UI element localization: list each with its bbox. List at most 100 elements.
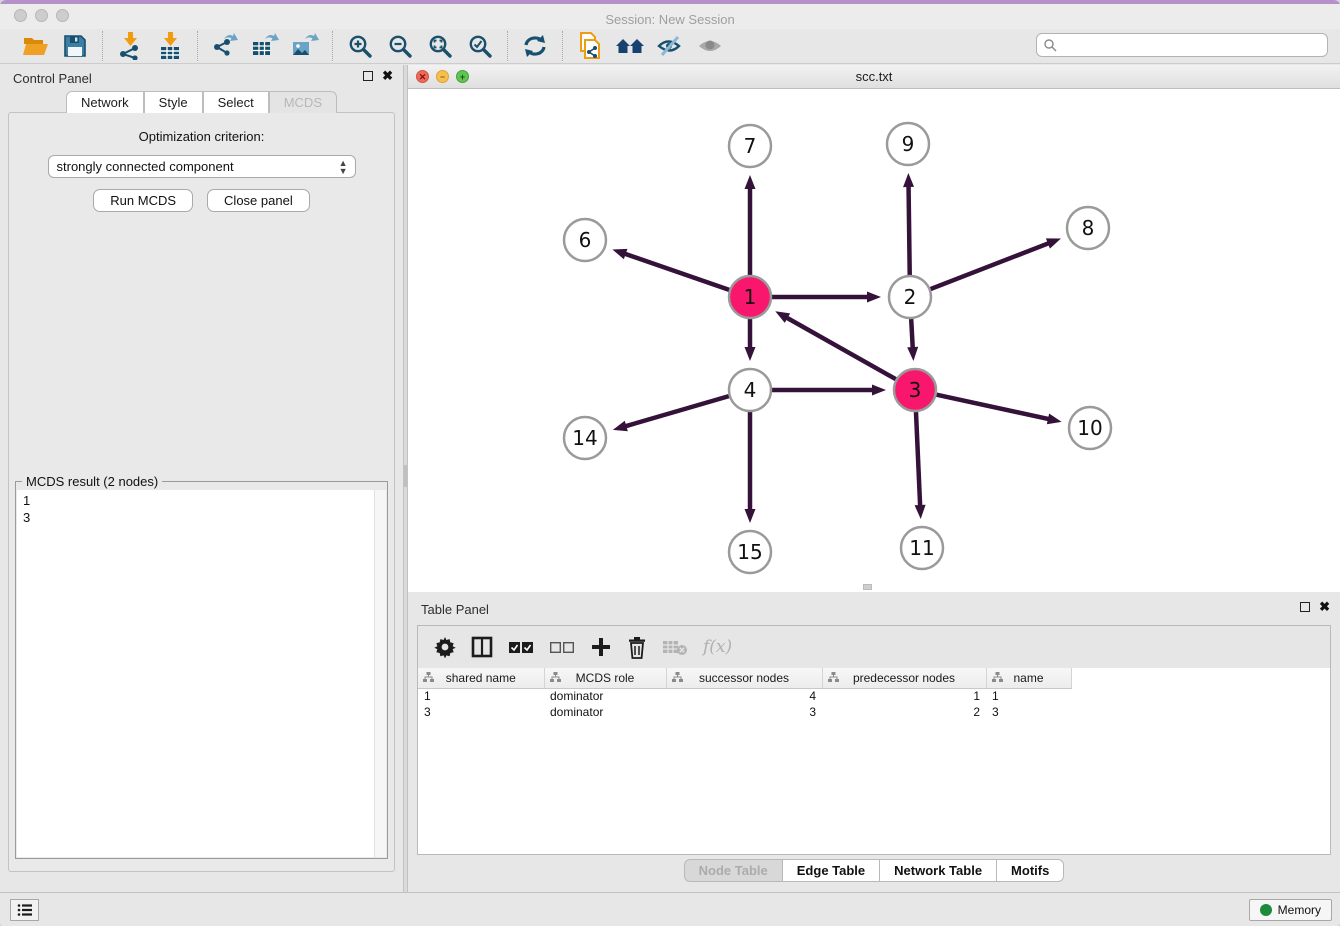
node-14[interactable]: 14 [564, 417, 606, 459]
delete-table-icon[interactable] [662, 632, 688, 662]
hide-selected-icon[interactable] [655, 31, 685, 61]
edge-4-15[interactable] [745, 412, 756, 523]
edge-2-8[interactable] [931, 238, 1061, 289]
network-view-title: scc.txt [408, 69, 1340, 84]
run-mcds-button[interactable]: Run MCDS [93, 189, 193, 212]
node-9[interactable]: 9 [887, 123, 929, 165]
node-15[interactable]: 15 [729, 531, 771, 573]
svg-text:11: 11 [909, 536, 934, 560]
tab-mcds[interactable]: MCDS [269, 91, 337, 113]
cell-name[interactable]: 1 [986, 688, 1071, 704]
first-neighbors-icon[interactable] [615, 31, 645, 61]
svg-text:7: 7 [744, 134, 757, 158]
node-6[interactable]: 6 [564, 219, 606, 261]
network-splitter-grip[interactable] [863, 584, 872, 590]
duplicate-network-icon[interactable] [575, 31, 605, 61]
table-row[interactable]: 1dominator411 [418, 688, 1330, 704]
tab-node-table[interactable]: Node Table [684, 859, 783, 882]
tab-network[interactable]: Network [66, 91, 144, 113]
search-input[interactable] [1057, 38, 1321, 52]
mcds-result-scrollbar[interactable] [374, 490, 386, 857]
cell-successor-nodes[interactable]: 4 [666, 688, 822, 704]
mcds-result-item[interactable]: 1 [23, 492, 386, 509]
zoom-fit-icon[interactable] [425, 31, 455, 61]
cell-predecessor-nodes[interactable]: 1 [822, 688, 986, 704]
zoom-selected-icon[interactable] [465, 31, 495, 61]
column-header-name[interactable]: name [986, 668, 1071, 688]
export-network-icon[interactable] [210, 31, 240, 61]
search-box[interactable] [1036, 33, 1328, 57]
column-header-successor-nodes[interactable]: successor nodes [666, 668, 822, 688]
cell-shared-name[interactable]: 1 [418, 688, 544, 704]
close-panel-button[interactable]: Close panel [207, 189, 310, 212]
network-view-titlebar[interactable]: ✕ − + scc.txt [408, 65, 1340, 89]
zoom-in-icon[interactable] [345, 31, 375, 61]
memory-button[interactable]: Memory [1249, 899, 1332, 921]
mcds-result-item[interactable]: 3 [23, 509, 386, 526]
tab-select[interactable]: Select [203, 91, 269, 113]
export-table-icon[interactable] [250, 31, 280, 61]
close-panel-icon[interactable]: ✖ [382, 70, 393, 82]
node-8[interactable]: 8 [1067, 207, 1109, 249]
open-session-icon[interactable] [20, 31, 50, 61]
tab-motifs[interactable]: Motifs [997, 859, 1064, 882]
svg-text:2: 2 [904, 285, 917, 309]
edge-1-2[interactable] [772, 292, 881, 303]
column-type-icon [672, 672, 683, 686]
import-table-icon[interactable] [155, 31, 185, 61]
column-header-MCDS-role[interactable]: MCDS role [544, 668, 666, 688]
table-settings-icon[interactable] [434, 632, 456, 662]
show-all-icon[interactable] [695, 31, 725, 61]
export-image-icon[interactable] [290, 31, 320, 61]
add-row-icon[interactable] [590, 632, 612, 662]
tab-style[interactable]: Style [144, 91, 203, 113]
select-all-checks-icon[interactable] [508, 632, 534, 662]
criterion-select[interactable]: strongly connected component ▲▼ [48, 155, 356, 178]
cell-MCDS-role[interactable]: dominator [544, 688, 666, 704]
edge-2-3[interactable] [907, 319, 918, 361]
deselect-all-checks-icon[interactable] [549, 632, 575, 662]
task-history-button[interactable] [10, 899, 39, 921]
refresh-icon[interactable] [520, 31, 550, 61]
function-builder-icon[interactable]: f(x) [703, 632, 732, 662]
zoom-out-icon[interactable] [385, 31, 415, 61]
column-header-shared-name[interactable]: shared name [418, 668, 544, 688]
save-session-icon[interactable] [60, 31, 90, 61]
node-2[interactable]: 2 [889, 276, 931, 318]
node-11[interactable]: 11 [901, 527, 943, 569]
cell-name[interactable]: 3 [986, 704, 1071, 720]
float-panel-icon[interactable] [363, 71, 373, 81]
mcds-result-list[interactable]: 13 [17, 490, 386, 857]
show-columns-icon[interactable] [471, 632, 493, 662]
edge-1-6[interactable] [612, 249, 729, 290]
cell-MCDS-role[interactable]: dominator [544, 704, 666, 720]
column-header-predecessor-nodes[interactable]: predecessor nodes [822, 668, 986, 688]
delete-row-icon[interactable] [627, 632, 647, 662]
cell-shared-name[interactable]: 3 [418, 704, 544, 720]
node-10[interactable]: 10 [1069, 407, 1111, 449]
edge-4-3[interactable] [772, 385, 886, 396]
node-7[interactable]: 7 [729, 125, 771, 167]
edge-4-14[interactable] [613, 396, 729, 431]
cell-successor-nodes[interactable]: 3 [666, 704, 822, 720]
node-4[interactable]: 4 [729, 369, 771, 411]
edge-3-1[interactable] [775, 311, 896, 379]
edge-1-4[interactable] [745, 319, 756, 361]
edge-2-9[interactable] [903, 173, 914, 275]
table-row[interactable]: 3dominator323 [418, 704, 1330, 720]
svg-text:1: 1 [744, 285, 757, 309]
import-network-icon[interactable] [115, 31, 145, 61]
edge-3-11[interactable] [915, 412, 926, 519]
tab-edge-table[interactable]: Edge Table [783, 859, 880, 882]
network-canvas[interactable]: 1 2 3 4 6 7 8 9 10 11 14 15 [408, 89, 1340, 591]
edge-3-10[interactable] [936, 395, 1061, 425]
tab-network-table[interactable]: Network Table [880, 859, 997, 882]
node-1[interactable]: 1 [729, 276, 771, 318]
table-tabs: Node TableEdge TableNetwork TableMotifs [408, 859, 1340, 882]
app-window: Session: New Session [0, 0, 1340, 926]
close-table-panel-icon[interactable]: ✖ [1319, 601, 1330, 613]
node-3[interactable]: 3 [894, 369, 936, 411]
float-table-panel-icon[interactable] [1300, 602, 1310, 612]
edge-1-7[interactable] [745, 175, 756, 275]
cell-predecessor-nodes[interactable]: 2 [822, 704, 986, 720]
